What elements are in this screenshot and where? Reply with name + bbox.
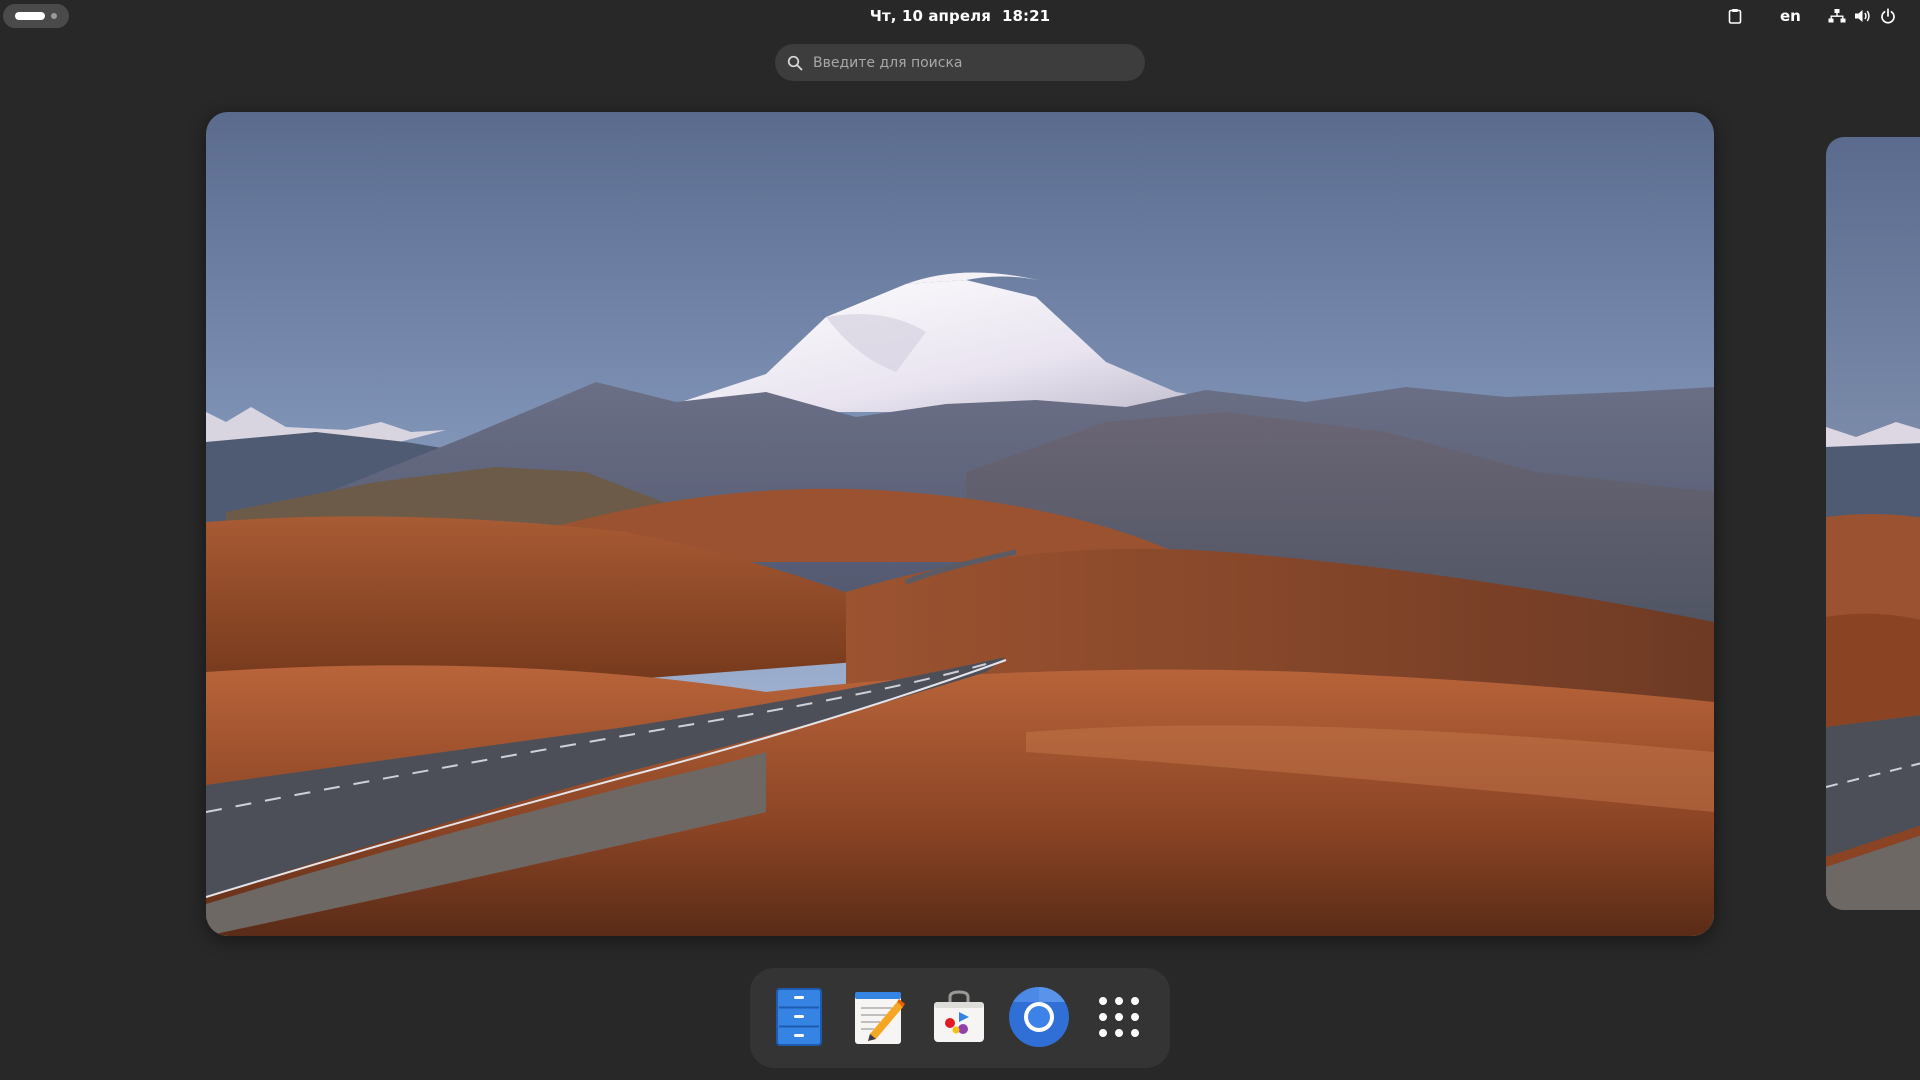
clock-time: 18:21 [1001, 7, 1051, 25]
network-wired-icon [1828, 9, 1846, 23]
dock [750, 968, 1170, 1068]
wallpaper-landscape [206, 112, 1714, 936]
dock-app-text-editor[interactable] [846, 984, 912, 1050]
workspace-thumbnail-next[interactable] [1826, 137, 1920, 910]
clipboard-indicator[interactable] [1727, 0, 1743, 32]
chromium-icon [1009, 987, 1069, 1047]
app-grid-icon [1099, 997, 1139, 1037]
workspace-thumbnail-active[interactable] [206, 112, 1714, 936]
volume-icon [1855, 10, 1870, 22]
text-editor-icon [855, 992, 905, 1044]
keyboard-layout-label: en [1780, 7, 1801, 25]
date-time-button[interactable]: Чт, 10 апреля 18:21 [0, 0, 1920, 32]
dock-app-software[interactable] [926, 984, 992, 1050]
top-bar: Чт, 10 апреля 18:21 en [0, 0, 1920, 32]
search-input[interactable] [813, 54, 1113, 71]
clock-date: Чт, 10 апреля [869, 7, 991, 25]
show-apps-button[interactable] [1086, 984, 1152, 1050]
keyboard-layout-indicator[interactable]: en [1780, 0, 1801, 32]
clipboard-icon [1728, 9, 1742, 24]
dock-app-chromium[interactable] [1006, 984, 1072, 1050]
power-icon [1881, 8, 1895, 24]
wallpaper-landscape-preview [1826, 137, 1920, 910]
file-cabinet-icon [776, 988, 822, 1046]
search-bar[interactable] [775, 44, 1145, 81]
software-store-icon [934, 990, 984, 1042]
dock-app-files[interactable] [766, 984, 832, 1050]
system-status-menu[interactable] [1828, 0, 1896, 32]
search-icon [787, 55, 803, 70]
